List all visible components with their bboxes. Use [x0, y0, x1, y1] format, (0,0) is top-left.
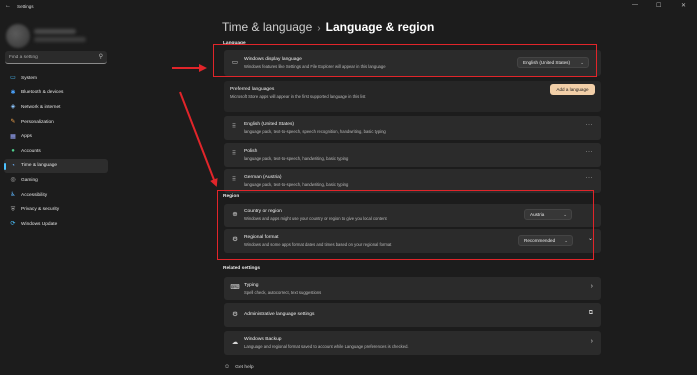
language-features: language pack, text-to-speech, speech re… [244, 129, 386, 134]
brush-icon: ✎ [10, 119, 16, 126]
sidebar-item-label: Time & language [21, 163, 58, 169]
sidebar-item-label: System [21, 75, 37, 81]
language-name: German (Austria) [244, 175, 282, 180]
sidebar-item-gaming[interactable]: ◎ Gaming [4, 173, 108, 188]
drag-handle-icon[interactable]: ⠿ [231, 176, 237, 183]
help-icon: ☺ [224, 364, 231, 370]
sidebar-item-privacy-security[interactable]: ⛨ Privacy & security [4, 202, 108, 217]
chevron-right-icon: › [590, 338, 593, 345]
sidebar-item-label: Network & internet [21, 104, 61, 110]
page-title: Language & region [325, 20, 435, 34]
language-name: English (United States) [244, 122, 295, 127]
more-options-icon[interactable]: ··· [586, 149, 594, 155]
sidebar-item-label: Privacy & security [21, 207, 60, 213]
bluetooth-icon: ✱ [10, 89, 16, 96]
sidebar-item-system[interactable]: ▭ System [4, 71, 108, 86]
typing-card[interactable]: ⌨ Typing Spell check, autocorrect, text … [224, 277, 601, 300]
language-features: language pack, text-to-speech, handwriti… [244, 182, 349, 187]
windows-backup-card[interactable]: ☁ Windows Backup Language and regional f… [224, 331, 601, 355]
sidebar-item-accessibility[interactable]: ♿ Accessibility [4, 188, 108, 203]
user-profile[interactable] [6, 24, 101, 48]
backup-icon: ☁ [231, 339, 239, 346]
drag-handle-icon[interactable]: ⠿ [231, 150, 237, 157]
add-language-button[interactable]: Add a language [550, 84, 595, 95]
accessibility-icon: ♿ [10, 192, 16, 199]
window-title: Settings [17, 4, 34, 9]
update-icon: ⟳ [10, 221, 16, 228]
sidebar-item-label: Apps [21, 134, 32, 140]
sidebar-item-bluetooth-devices[interactable]: ✱ Bluetooth & devices [4, 86, 108, 101]
search-box[interactable]: ⚲ [5, 51, 107, 64]
blurred-user-name [34, 29, 76, 34]
gaming-icon: ◎ [10, 177, 16, 184]
sidebar-item-windows-update[interactable]: ⟳ Windows Update [4, 217, 108, 232]
nav-list: ▭ System ✱ Bluetooth & devices ◈ Network & in… [4, 71, 108, 232]
language-row: ⠿ Polish language pack, text-to-speech, ha… [224, 143, 601, 167]
admin-language-title: Administrative language settings [244, 312, 315, 317]
sidebar-item-label: Accounts [21, 148, 41, 154]
title-bar: ← Settings — ☐ ✕ [0, 0, 697, 14]
sidebar-item-network-internet[interactable]: ◈ Network & internet [4, 100, 108, 115]
windows-backup-desc: Language and regional format saved to ac… [244, 344, 409, 349]
shield-icon: ⛨ [10, 206, 16, 213]
preferred-languages-desc: Microsoft Store apps will appear in the … [230, 94, 366, 99]
sidebar-item-label: Personalization [21, 119, 54, 125]
highlight-box-region [217, 190, 594, 260]
more-options-icon[interactable]: ··· [586, 122, 594, 128]
globe-icon: ◔ [11, 162, 15, 169]
breadcrumb-parent[interactable]: Time & language [222, 20, 312, 34]
apps-icon: ▦ [10, 133, 16, 140]
language-features: language pack, text-to-speech, handwriti… [244, 156, 349, 161]
sidebar: ⚲ ▭ System ✱ Bluetooth & devices ◈ Network & … [0, 14, 112, 375]
search-input[interactable] [5, 51, 97, 63]
sidebar-item-label: Windows Update [21, 221, 58, 227]
external-link-icon: ⧉ [588, 310, 593, 316]
sidebar-item-accounts[interactable]: ● Accounts [4, 144, 108, 159]
arrow-to-region [179, 91, 218, 187]
breadcrumb-separator: › [317, 23, 321, 34]
sidebar-item-label: Accessibility [21, 192, 48, 198]
system-icon: ▭ [10, 75, 16, 82]
maximize-button[interactable]: ☐ [656, 2, 661, 9]
sidebar-item-personalization[interactable]: ✎ Personalization [4, 115, 108, 130]
sidebar-item-apps[interactable]: ▦ Apps [4, 129, 108, 144]
admin-language-icon: ⚙ [232, 311, 238, 318]
blurred-user-email [34, 37, 86, 42]
drag-handle-icon[interactable]: ⠿ [231, 123, 237, 130]
account-icon: ● [11, 148, 15, 155]
related-settings-title: Related settings [223, 266, 261, 271]
preferred-languages-title: Preferred languages [230, 87, 275, 92]
preferred-languages-card: Preferred languages Microsoft Store apps… [224, 81, 601, 112]
get-help-label: Get help [235, 364, 254, 370]
keyboard-icon: ⌨ [230, 284, 240, 291]
windows-backup-title: Windows Backup [244, 337, 282, 342]
sidebar-item-label: Gaming [21, 177, 38, 183]
breadcrumb: Time & language › Language & region [222, 20, 434, 34]
language-name: Polish [244, 149, 258, 154]
typing-title: Typing [244, 283, 259, 288]
typing-desc: Spell check, autocorrect, text suggestio… [244, 290, 322, 295]
minimize-button[interactable]: — [632, 2, 638, 8]
chevron-right-icon: › [590, 283, 593, 290]
get-help-link[interactable]: ☺ Get help [224, 364, 254, 370]
more-options-icon[interactable]: ··· [586, 175, 594, 181]
highlight-box-language [213, 44, 597, 77]
avatar [6, 24, 30, 48]
close-button[interactable]: ✕ [681, 2, 686, 9]
back-arrow-icon[interactable]: ← [5, 3, 11, 9]
language-row: ⠿ English (United States) language pack, t… [224, 116, 601, 140]
sidebar-item-time-language[interactable]: ◔ Time & language [4, 158, 108, 174]
network-icon: ◈ [10, 104, 16, 111]
admin-language-card[interactable]: ⚙ Administrative language settings ⧉ [224, 303, 601, 327]
sidebar-item-label: Bluetooth & devices [21, 90, 64, 96]
search-icon: ⚲ [98, 54, 103, 60]
